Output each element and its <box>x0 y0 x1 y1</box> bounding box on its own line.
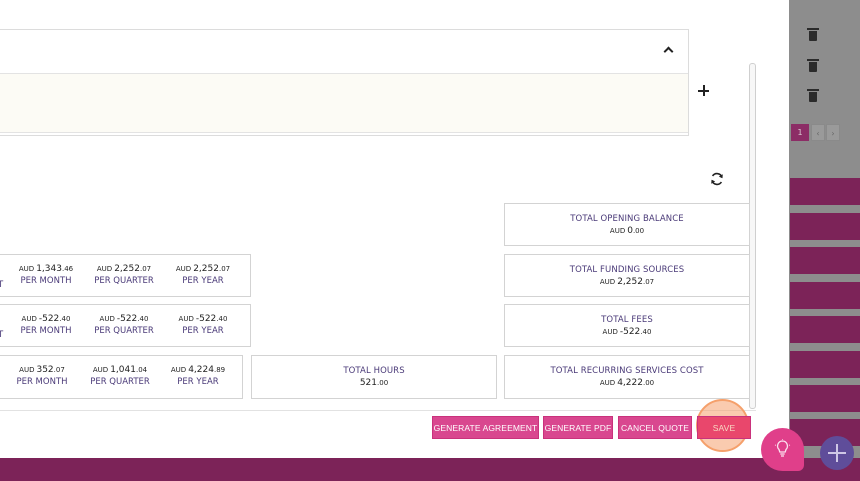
chevron-up-icon[interactable] <box>661 43 675 57</box>
background-row <box>790 385 860 412</box>
generate-pdf-button[interactable]: GENERATE PDF <box>543 416 613 439</box>
total-hours-value: 521.00 <box>359 378 389 388</box>
recurring-per-month: AUD 352.07 PER MONTH <box>16 365 68 387</box>
funding-breakdown-row: T AUD 1,343.46 PER MONTH AUD 2,252.07 PER … <box>0 254 251 297</box>
total-opening-balance-value: AUD 0.00 <box>609 226 645 236</box>
funding-per-month: AUD 1,343.46 PER MONTH <box>18 264 74 286</box>
footer-divider <box>0 410 756 411</box>
total-hours-label: TOTAL HOURS <box>343 366 405 376</box>
total-recurring-services-cost-label: TOTAL RECURRING SERVICES COST <box>550 366 704 376</box>
background-row <box>790 247 860 274</box>
total-funding-sources-label: TOTAL FUNDING SOURCES <box>569 265 685 275</box>
total-hours-card: TOTAL HOURS 521.00 <box>251 355 497 399</box>
trash-icon[interactable] <box>806 59 820 73</box>
background-footer-bar <box>0 458 860 481</box>
pager-page-1[interactable]: 1 <box>791 124 809 141</box>
trash-icon[interactable] <box>806 89 820 103</box>
total-opening-balance-card: TOTAL OPENING BALANCE AUD 0.00 <box>504 203 750 246</box>
fees-breakdown-row: T AUD -522.40 PER MONTH AUD -522.40 PER QU… <box>0 304 251 347</box>
total-recurring-services-cost-card: TOTAL RECURRING SERVICES COST AUD 4,222.0… <box>504 355 750 399</box>
total-funding-sources-card: TOTAL FUNDING SOURCES AUD 2,252.07 <box>504 254 750 297</box>
accordion-panel <box>0 29 689 136</box>
help-fab[interactable] <box>761 428 804 471</box>
generate-agreement-button[interactable]: GENERATE AGREEMENT <box>432 416 539 439</box>
background-row <box>790 351 860 378</box>
recurring-per-year: AUD 4,224.89 PER YEAR <box>170 365 226 387</box>
funding-per-quarter: AUD 2,252.07 PER QUARTER <box>94 264 154 286</box>
plus-icon[interactable] <box>697 84 711 98</box>
background-row <box>790 282 860 309</box>
recurring-breakdown-row: AUD 352.07 PER MONTH AUD 1,041.04 PER QUAR… <box>0 355 243 399</box>
funding-per-year: AUD 2,252.07 PER YEAR <box>175 264 231 286</box>
save-button[interactable]: SAVE <box>697 416 751 439</box>
refresh-icon[interactable] <box>709 171 725 187</box>
fees-per-month: AUD -522.40 PER MONTH <box>20 314 72 336</box>
pager-prev[interactable]: ‹ <box>811 124 825 141</box>
fees-per-year: AUD -522.40 PER YEAR <box>178 314 228 336</box>
modal-scrollbar[interactable] <box>749 63 756 409</box>
total-fees-value: AUD -522.40 <box>602 327 652 337</box>
total-funding-sources-value: AUD 2,252.07 <box>599 277 655 287</box>
add-fab[interactable] <box>820 436 854 470</box>
total-fees-label: TOTAL FEES <box>601 315 653 325</box>
fees-per-quarter: AUD -522.40 PER QUARTER <box>94 314 154 336</box>
recurring-per-quarter: AUD 1,041.04 PER QUARTER <box>90 365 150 387</box>
lightbulb-icon <box>774 439 791 459</box>
cancel-quote-button[interactable]: CANCEL QUOTE <box>618 416 692 439</box>
total-fees-card: TOTAL FEES AUD -522.40 <box>504 304 750 347</box>
quote-modal: TOTAL OPENING BALANCE AUD 0.00 TOTAL FUND… <box>0 0 789 458</box>
total-opening-balance-label: TOTAL OPENING BALANCE <box>570 214 684 224</box>
accordion-body <box>0 73 688 133</box>
fees-row-cut-label: T <box>0 330 4 340</box>
total-recurring-services-cost-value: AUD 4,222.00 <box>599 378 655 388</box>
trash-icon[interactable] <box>806 28 820 42</box>
funding-row-cut-label: T <box>0 280 4 290</box>
background-row <box>790 316 860 343</box>
background-row <box>790 178 860 205</box>
background-row <box>790 213 860 240</box>
accordion-header[interactable] <box>0 30 688 73</box>
pager-next[interactable]: › <box>826 124 840 141</box>
